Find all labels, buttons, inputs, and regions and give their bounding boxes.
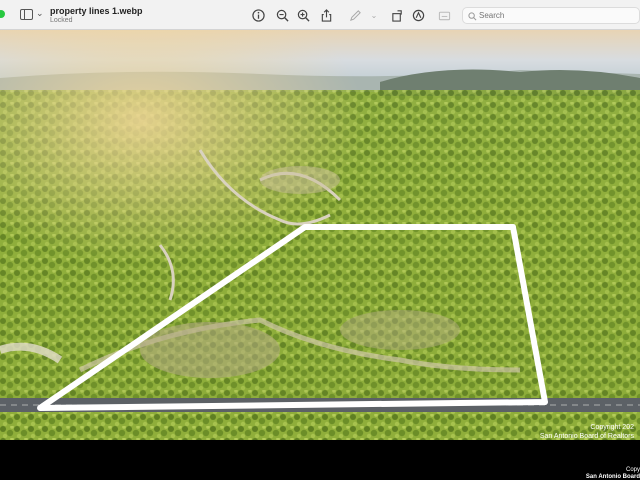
- markup-circle-icon[interactable]: [410, 7, 426, 23]
- sidebar-icon[interactable]: [20, 9, 33, 20]
- zoom-out-icon[interactable]: [274, 7, 290, 23]
- watermark-copyright: Copyright 202: [590, 424, 634, 431]
- chevron-down-icon[interactable]: ⌄: [36, 8, 44, 19]
- markup-chevron-down-icon[interactable]: ⌄: [366, 7, 382, 23]
- image-viewer[interactable]: [0, 30, 640, 440]
- document-title: property lines 1.webp: [50, 6, 143, 16]
- annotate-icon[interactable]: [436, 7, 452, 23]
- info-icon[interactable]: [250, 7, 266, 23]
- rotate-icon[interactable]: [389, 7, 405, 23]
- footer-board: San Antonio Board: [585, 474, 640, 480]
- zoom-in-icon[interactable]: [295, 7, 311, 23]
- footer-copyright: Copy: [625, 467, 640, 473]
- share-icon[interactable]: [318, 7, 334, 23]
- search-icon: [468, 12, 477, 21]
- bottom-bar: [0, 440, 640, 480]
- markup-pen-icon[interactable]: [347, 7, 363, 23]
- search-field[interactable]: [462, 7, 640, 24]
- aerial-photo: [0, 30, 640, 440]
- window-zoom-button[interactable]: [0, 10, 5, 18]
- watermark-board: San Antonio Board of Realtors: [539, 433, 634, 440]
- search-input[interactable]: [479, 8, 629, 23]
- toolbar: ⌄ property lines 1.webp Locked ⌄: [0, 0, 640, 30]
- document-status: Locked: [50, 17, 73, 24]
